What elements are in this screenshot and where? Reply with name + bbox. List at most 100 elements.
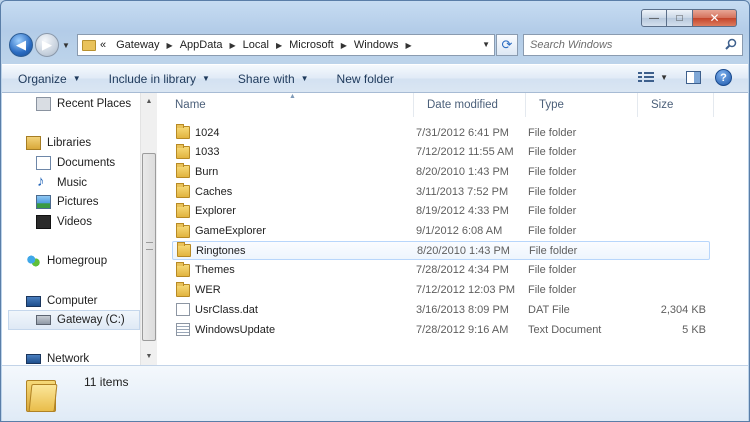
folder-icon [176, 183, 190, 199]
drive-icon [36, 315, 51, 325]
refresh-icon: ⟳ [501, 37, 513, 52]
date-modified-cell: 8/20/2010 1:43 PM [417, 244, 510, 257]
column-header-type[interactable]: Type [526, 93, 638, 117]
sidebar-item-computer[interactable]: Computer [26, 292, 98, 310]
chevron-down-icon: ▼ [300, 74, 309, 83]
address-bar[interactable]: « Gateway ▶ AppData ▶ Local ▶ Microsoft … [77, 34, 495, 56]
file-name: GameExplorer [195, 225, 266, 237]
file-name-cell: WER [172, 281, 416, 297]
date-modified-cell: 3/11/2013 7:52 PM [416, 185, 509, 198]
text-document-icon [176, 323, 190, 336]
scroll-down-icon[interactable]: ▼ [141, 348, 157, 365]
table-row[interactable]: WER 7/12/2012 12:03 PM File folder [172, 281, 710, 300]
sidebar-item-videos[interactable]: Videos [36, 213, 92, 231]
navigation-pane: Recent Places Libraries Documents Music … [2, 93, 140, 365]
breadcrumb-chevron-icon[interactable]: ▶ [406, 41, 412, 50]
table-row[interactable]: Burn 8/20/2010 1:43 PM File folder [172, 162, 710, 181]
breadcrumb-chevron-icon[interactable]: ▶ [341, 41, 347, 50]
folder-icon [176, 281, 190, 297]
table-row[interactable]: Ringtones 8/20/2010 1:43 PM File folder [172, 241, 710, 261]
table-row[interactable]: Explorer 8/19/2012 4:33 PM File folder [172, 202, 710, 221]
sidebar-item-music[interactable]: Music [36, 173, 87, 192]
date-modified-cell: 7/12/2012 11:55 AM [416, 146, 514, 159]
preview-pane-icon[interactable] [686, 71, 701, 84]
minimize-button[interactable]: — [641, 9, 667, 27]
breadcrumb-chevron-icon[interactable]: ▶ [276, 41, 282, 50]
sidebar-item-recent-places[interactable]: Recent Places [36, 95, 131, 113]
breadcrumb-local[interactable]: Local [243, 39, 269, 51]
sidebar-item-libraries[interactable]: Libraries [26, 134, 91, 152]
file-name: Ringtones [196, 244, 246, 257]
breadcrumb-windows[interactable]: Windows [354, 39, 399, 51]
table-row[interactable]: Caches 3/11/2013 7:52 PM File folder [172, 182, 710, 201]
search-icon[interactable] [725, 38, 737, 50]
computer-icon [26, 295, 41, 307]
share-with-menu[interactable]: Share with ▼ [238, 72, 309, 86]
date-modified-cell: 3/16/2013 8:09 PM [416, 303, 509, 316]
breadcrumb-gateway[interactable]: Gateway [116, 39, 159, 51]
include-in-library-menu[interactable]: Include in library ▼ [109, 72, 210, 86]
size-cell: 5 KB [682, 323, 706, 336]
recent-pages-dropdown[interactable]: ▼ [61, 41, 71, 50]
sidebar-item-label: Gateway (C:) [57, 314, 125, 326]
sidebar-item-label: Network [47, 353, 90, 365]
folder-icon [176, 202, 190, 218]
back-button[interactable]: ◀ [9, 33, 33, 57]
sidebar-item-gateway-drive[interactable]: Gateway (C:) [8, 310, 140, 330]
file-name-cell: Explorer [172, 202, 416, 218]
breadcrumb-chevron-icon[interactable]: ▶ [167, 41, 173, 50]
column-header-date-modified[interactable]: Date modified [414, 93, 526, 117]
scroll-up-icon[interactable]: ▲ [141, 93, 157, 110]
forward-arrow-icon: ▶ [42, 37, 52, 52]
change-view-icon[interactable] [638, 71, 655, 84]
folder-icon [176, 222, 190, 238]
table-row[interactable]: 1024 7/31/2012 6:41 PM File folder [172, 123, 710, 142]
sidebar-item-label: Homegroup [47, 255, 108, 267]
recent-places-icon [36, 97, 51, 111]
date-modified-cell: 7/28/2012 4:34 PM [416, 264, 509, 277]
sidebar-item-homegroup[interactable]: Homegroup [26, 252, 107, 270]
breadcrumb-appdata[interactable]: AppData [180, 39, 223, 51]
sidebar-item-documents[interactable]: Documents [36, 154, 115, 172]
file-name: Caches [195, 185, 233, 198]
folder-icon [176, 124, 190, 139]
folder-icon [82, 39, 96, 51]
breadcrumb-chevron-icon[interactable]: ▶ [230, 41, 236, 50]
sidebar-item-network[interactable]: Network [26, 350, 89, 365]
organize-label: Organize [18, 71, 67, 86]
date-modified-cell: 9/1/2012 6:08 AM [416, 225, 503, 237]
scrollbar-thumb[interactable] [142, 153, 156, 341]
column-header-name[interactable]: Name ▲ [162, 93, 414, 117]
navigation-pane-scrollbar[interactable]: ▲ ▼ [140, 93, 157, 365]
chevron-down-icon: ▼ [202, 74, 210, 83]
address-dropdown-icon[interactable]: ▼ [482, 40, 490, 49]
forward-button[interactable]: ▶ [35, 33, 59, 57]
breadcrumb-overflow[interactable]: « [100, 39, 106, 51]
column-name-label: Name [175, 99, 206, 111]
file-name: Burn [195, 165, 219, 178]
view-options-dropdown-icon[interactable]: ▼ [660, 73, 668, 82]
table-row[interactable]: GameExplorer 9/1/2012 6:08 AM File folder [172, 222, 710, 241]
libraries-icon [26, 136, 41, 150]
new-folder-button[interactable]: New folder [337, 72, 394, 86]
sidebar-item-pictures[interactable]: Pictures [36, 193, 99, 211]
help-icon[interactable]: ? [715, 69, 732, 86]
table-row[interactable]: Themes 7/28/2012 4:34 PM File folder [172, 261, 710, 280]
breadcrumb-microsoft[interactable]: Microsoft [289, 39, 334, 51]
close-button[interactable]: ✕ [693, 9, 737, 27]
type-cell: File folder [528, 264, 577, 277]
search-input[interactable] [530, 39, 720, 51]
sidebar-item-label: Recent Places [57, 98, 132, 110]
search-box [523, 34, 743, 56]
table-row[interactable]: WindowsUpdate 7/28/2012 9:16 AM Text Docum… [172, 320, 710, 339]
file-name: 1033 [195, 146, 220, 159]
navigation-bar: ◀ ▶ ▼ « Gateway ▶ AppData ▶ Local ▶ Micr… [9, 32, 743, 58]
table-row[interactable]: UsrClass.dat 3/16/2013 8:09 PM DAT File 2,3… [172, 300, 710, 319]
maximize-button[interactable]: □ [667, 9, 693, 27]
refresh-button[interactable]: ⟳ [496, 34, 518, 56]
organize-menu[interactable]: Organize ▼ [18, 72, 81, 86]
folder-icon [176, 143, 190, 159]
file-name-cell: Caches [172, 183, 416, 199]
table-row[interactable]: 1033 7/12/2012 11:55 AM File folder [172, 143, 710, 162]
column-header-size[interactable]: Size [638, 93, 714, 117]
